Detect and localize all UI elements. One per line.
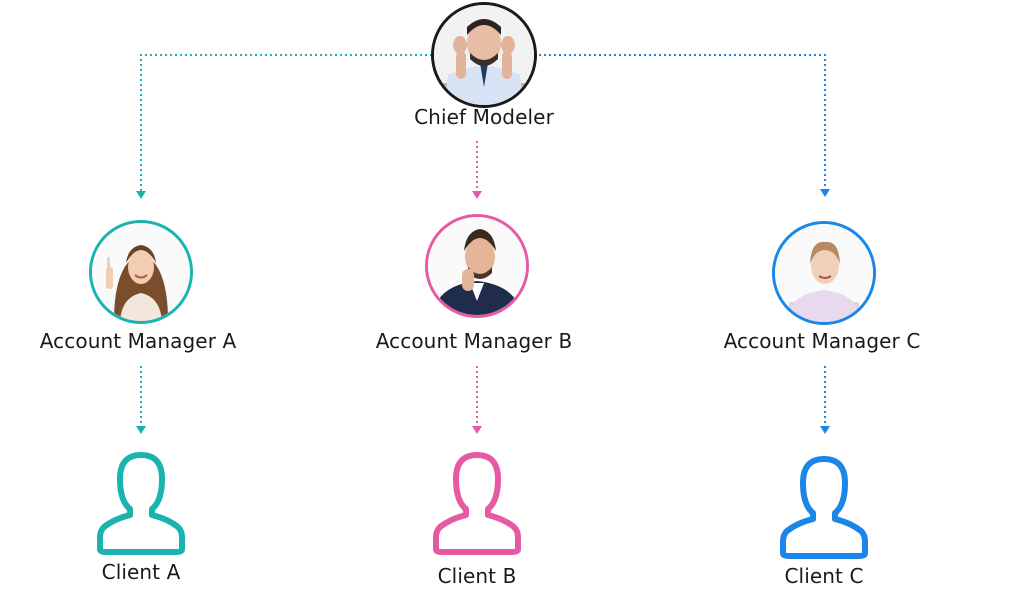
client-a-label: Client A <box>101 560 181 584</box>
client-c-label: Client C <box>784 564 864 588</box>
account-manager-c-label: Account Manager C <box>723 329 921 353</box>
client-a-user-icon <box>97 452 185 555</box>
chief-modeler-label: Chief Modeler <box>414 105 554 129</box>
arrow-head-manager-b <box>472 191 482 199</box>
client-b-user-icon <box>433 452 521 555</box>
connector-chief-to-manager-a <box>140 54 432 191</box>
account-manager-c-photo <box>772 221 876 325</box>
arrow-head-manager-c <box>820 189 830 197</box>
account-manager-a-label: Account Manager A <box>39 329 237 353</box>
client-c-user-icon <box>780 456 868 559</box>
account-manager-b-photo <box>425 214 529 318</box>
account-manager-a-photo <box>89 220 193 324</box>
org-chart: Chief Modeler Account Manager A Account … <box>0 0 1019 589</box>
chief-modeler-photo <box>431 2 537 108</box>
arrow-head-manager-a <box>136 191 146 199</box>
arrow-head-client-b <box>472 426 482 434</box>
arrow-head-client-a <box>136 426 146 434</box>
arrow-head-client-c <box>820 426 830 434</box>
connector-chief-to-manager-c <box>534 54 826 189</box>
account-manager-b-label: Account Manager B <box>375 329 573 353</box>
client-b-label: Client B <box>437 564 517 588</box>
